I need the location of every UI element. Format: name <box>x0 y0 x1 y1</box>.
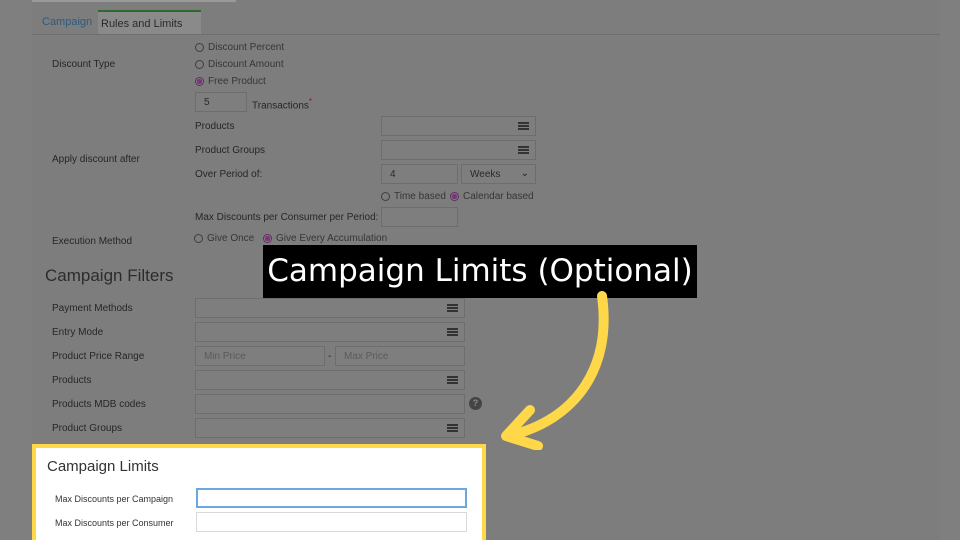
list-icon <box>518 121 529 131</box>
radio-label: Free Product <box>208 76 266 87</box>
max-price-placeholder: Max Price <box>344 351 389 362</box>
period-unit-select[interactable]: Weeks ⌄ <box>461 164 536 184</box>
max-per-consumer-period-label: Max Discounts per Consumer per Period: <box>195 212 379 223</box>
transactions-input[interactable]: 5 <box>195 92 247 112</box>
radio-give-once[interactable]: Give Once <box>194 233 254 244</box>
mdb-codes-label: Products MDB codes <box>52 399 146 410</box>
radio-selected-icon <box>263 234 272 243</box>
radio-circle-icon <box>195 43 204 52</box>
radio-circle-icon <box>381 192 390 201</box>
campaign-filters-title: Campaign Filters <box>45 266 174 285</box>
radio-free-product[interactable]: Free Product <box>195 76 266 87</box>
min-price-input[interactable]: Min Price <box>195 346 325 366</box>
list-icon <box>447 327 458 337</box>
execution-method-label: Execution Method <box>52 236 133 247</box>
filter-product-groups-select[interactable] <box>195 418 465 438</box>
period-unit: Weeks <box>470 169 501 180</box>
tab-rules-and-limits[interactable]: Rules and Limits <box>98 10 201 34</box>
list-icon <box>447 303 458 313</box>
top-strip <box>32 0 236 2</box>
discount-type-label: Discount Type <box>52 59 116 70</box>
product-groups-label: Product Groups <box>195 145 266 156</box>
radio-label: Discount Percent <box>208 42 285 53</box>
radio-circle-icon <box>194 234 203 243</box>
max-per-campaign-input[interactable] <box>196 488 467 508</box>
products-select[interactable] <box>381 116 536 136</box>
campaign-limits-title: Campaign Limits <box>47 458 159 475</box>
radio-label: Calendar based <box>463 191 534 202</box>
product-groups-select[interactable] <box>381 140 536 160</box>
radio-give-every-accumulation[interactable]: Give Every Accumulation <box>263 233 387 244</box>
max-per-campaign-label: Max Discounts per Campaign <box>55 494 174 504</box>
entry-mode-label: Entry Mode <box>52 327 104 338</box>
mdb-codes-input[interactable] <box>195 394 465 414</box>
apply-discount-after-label: Apply discount after <box>52 154 140 165</box>
list-icon <box>447 375 458 385</box>
tab-campaign[interactable]: Campaign <box>42 10 92 34</box>
campaign-limits-panel: Campaign Limits Max Discounts per Campai… <box>32 444 486 540</box>
max-price-input[interactable]: Max Price <box>335 346 465 366</box>
list-icon <box>518 145 529 155</box>
payment-methods-label: Payment Methods <box>52 303 133 314</box>
min-price-placeholder: Min Price <box>204 351 246 362</box>
list-icon <box>447 423 458 433</box>
tab-divider <box>32 34 940 35</box>
radio-time-based[interactable]: Time based <box>381 191 446 202</box>
radio-label: Time based <box>394 191 446 202</box>
radio-discount-percent[interactable]: Discount Percent <box>195 42 284 53</box>
radio-circle-icon <box>195 60 204 69</box>
radio-label: Give Once <box>207 233 255 244</box>
transactions-value: 5 <box>204 97 210 108</box>
period-value: 4 <box>390 169 396 180</box>
filter-product-groups-label: Product Groups <box>52 423 123 434</box>
radio-label: Give Every Accumulation <box>276 233 388 244</box>
transactions-label: Transactions* <box>252 97 312 112</box>
price-range-separator: - <box>328 351 332 362</box>
products-label: Products <box>195 121 235 132</box>
max-per-consumer-period-input[interactable] <box>381 207 458 227</box>
tab-bar: Campaign Rules and Limits <box>32 10 940 34</box>
radio-selected-icon <box>195 77 204 86</box>
period-value-input[interactable]: 4 <box>381 164 458 184</box>
max-per-consumer-input[interactable] <box>196 512 467 532</box>
price-range-label: Product Price Range <box>52 351 145 362</box>
radio-label: Discount Amount <box>208 59 284 70</box>
chevron-down-icon: ⌄ <box>520 168 529 179</box>
curved-arrow-icon <box>501 291 609 450</box>
filter-products-label: Products <box>52 375 92 386</box>
payment-methods-select[interactable] <box>195 298 465 318</box>
radio-discount-amount[interactable]: Discount Amount <box>195 59 284 70</box>
filter-products-select[interactable] <box>195 370 465 390</box>
required-mark: * <box>308 97 312 106</box>
radio-calendar-based[interactable]: Calendar based <box>450 191 534 202</box>
entry-mode-select[interactable] <box>195 322 465 342</box>
over-period-label: Over Period of: <box>195 169 263 180</box>
radio-selected-icon <box>450 192 459 201</box>
max-per-consumer-label: Max Discounts per Consumer <box>55 518 174 528</box>
